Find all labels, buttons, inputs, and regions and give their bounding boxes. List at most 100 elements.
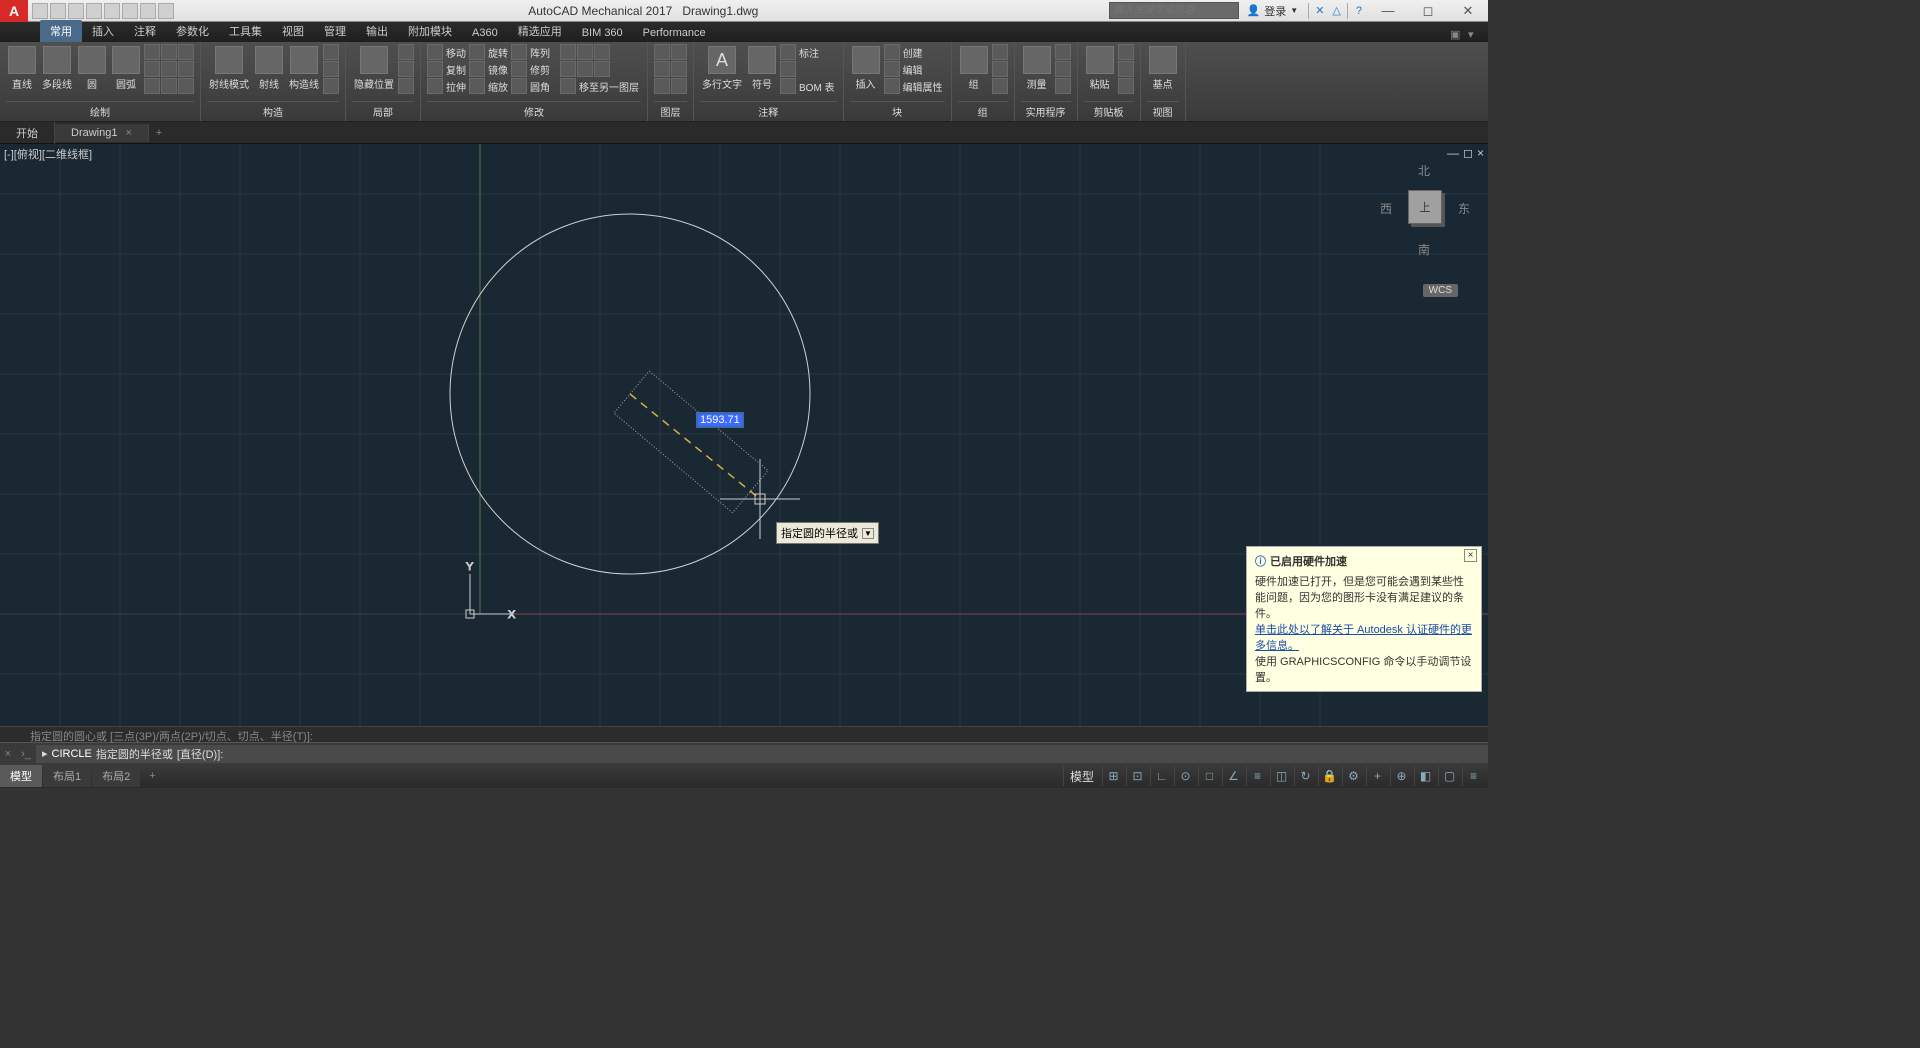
- command-line[interactable]: × ›_ ▸ CIRCLE 指定圆的半径或 [直径(D)]:: [0, 742, 1488, 764]
- util-s2[interactable]: [1055, 61, 1071, 77]
- mod-s4[interactable]: [560, 61, 576, 77]
- mirror-icon[interactable]: [469, 61, 485, 77]
- vp-max-icon[interactable]: ◻: [1463, 146, 1473, 160]
- status-clean-icon[interactable]: ▢: [1438, 766, 1460, 786]
- status-model-toggle[interactable]: 模型: [1063, 766, 1100, 786]
- panel-view-label[interactable]: 视图: [1147, 101, 1179, 121]
- mod-s2[interactable]: [577, 44, 593, 60]
- status-otrack-icon[interactable]: ∠: [1222, 766, 1244, 786]
- move-icon[interactable]: [427, 44, 443, 60]
- status-annoscale-icon[interactable]: 🔒: [1318, 766, 1340, 786]
- ribbon-tab-output[interactable]: 输出: [356, 20, 398, 42]
- file-tab-start[interactable]: 开始: [0, 122, 55, 144]
- ribbon-tab-home[interactable]: 常用: [40, 20, 82, 42]
- panel-block-label[interactable]: 块: [850, 101, 945, 121]
- stretch-icon[interactable]: [427, 78, 443, 94]
- ribbon-tab-performance[interactable]: Performance: [633, 24, 716, 42]
- qat-more-icon[interactable]: [158, 3, 174, 19]
- ribbon-tab-addins[interactable]: 附加模块: [398, 20, 462, 42]
- app-logo[interactable]: A: [0, 0, 28, 22]
- file-tab-drawing1[interactable]: Drawing1×: [55, 124, 149, 142]
- new-tab-button[interactable]: +: [149, 127, 169, 139]
- base-button[interactable]: 基点: [1147, 44, 1179, 93]
- panel-utilities-label[interactable]: 实用程序: [1021, 101, 1071, 121]
- trim-icon[interactable]: [511, 61, 527, 77]
- blk-attr-icon[interactable]: [884, 78, 900, 94]
- panel-layer-label[interactable]: 局部: [352, 101, 414, 121]
- panel-construct-label[interactable]: 构造: [207, 101, 339, 121]
- clip-s3[interactable]: [1118, 78, 1134, 94]
- con-small-1[interactable]: [323, 44, 339, 60]
- panel-modify-label[interactable]: 修改: [427, 101, 641, 121]
- lay2-5[interactable]: [654, 78, 670, 94]
- ribbon-tab-parametric[interactable]: 参数化: [166, 20, 219, 42]
- qat-open-icon[interactable]: [50, 3, 66, 19]
- dynamic-dimension-input[interactable]: 1593.71: [696, 412, 744, 428]
- draw-small-2[interactable]: [161, 44, 177, 60]
- grp-s3[interactable]: [992, 78, 1008, 94]
- lay-small-1[interactable]: [398, 44, 414, 60]
- status-workspace-icon[interactable]: ⚙: [1342, 766, 1364, 786]
- ribbon-tab-bim360[interactable]: BIM 360: [572, 24, 633, 42]
- mod-s3[interactable]: [594, 44, 610, 60]
- ray-button[interactable]: 射线: [253, 44, 285, 93]
- qat-saveas-icon[interactable]: [86, 3, 102, 19]
- mtext-button[interactable]: A多行文字: [700, 44, 744, 93]
- grp-s2[interactable]: [992, 61, 1008, 77]
- mod-s1[interactable]: [560, 44, 576, 60]
- mod-s6[interactable]: [594, 61, 610, 77]
- maximize-button[interactable]: ◻: [1408, 0, 1448, 22]
- viewcube-top[interactable]: 上: [1408, 190, 1442, 224]
- exchange-icon[interactable]: ✕: [1311, 4, 1328, 17]
- draw-small-7[interactable]: [144, 78, 160, 94]
- ribbon-tab-featured[interactable]: 精选应用: [508, 20, 572, 42]
- draw-small-1[interactable]: [144, 44, 160, 60]
- measure-button[interactable]: 测量: [1021, 44, 1053, 93]
- status-osnap-icon[interactable]: □: [1198, 766, 1220, 786]
- ucs-icon[interactable]: X Y: [466, 561, 516, 621]
- a360-icon[interactable]: △: [1328, 4, 1344, 17]
- draw-small-6[interactable]: [178, 61, 194, 77]
- close-button[interactable]: ✕: [1448, 0, 1488, 22]
- fillet-icon[interactable]: [511, 78, 527, 94]
- bom-icon[interactable]: [780, 78, 796, 94]
- ribbon-tab-tools[interactable]: 工具集: [219, 20, 272, 42]
- status-polar-icon[interactable]: ⊙: [1174, 766, 1196, 786]
- help-icon[interactable]: ?: [1350, 5, 1368, 17]
- cmdline-close-icon[interactable]: ×: [0, 748, 16, 760]
- qat-save-icon[interactable]: [68, 3, 84, 19]
- ribbon-tab-insert[interactable]: 插入: [82, 20, 124, 42]
- status-transparency-icon[interactable]: ◫: [1270, 766, 1292, 786]
- lay2-6[interactable]: [671, 78, 687, 94]
- status-snap-icon[interactable]: ⊡: [1126, 766, 1148, 786]
- user-area[interactable]: 👤 登录 ▼: [1239, 3, 1307, 19]
- minimize-button[interactable]: —: [1368, 0, 1408, 22]
- lay-small-3[interactable]: [398, 78, 414, 94]
- ribbon-tab-view[interactable]: 视图: [272, 20, 314, 42]
- wcs-badge[interactable]: WCS: [1423, 284, 1458, 297]
- polyline-button[interactable]: 多段线: [40, 44, 74, 93]
- status-lineweight-icon[interactable]: ≡: [1246, 766, 1268, 786]
- paste-button[interactable]: 粘贴: [1084, 44, 1116, 93]
- xline-button[interactable]: 构造线: [287, 44, 321, 93]
- ribbon-tab-annotate[interactable]: 注释: [124, 20, 166, 42]
- panel-group-label[interactable]: 组: [958, 101, 1008, 121]
- notification-close-button[interactable]: ×: [1464, 549, 1477, 562]
- draw-small-5[interactable]: [161, 61, 177, 77]
- con-small-3[interactable]: [323, 78, 339, 94]
- group-button[interactable]: 组: [958, 44, 990, 93]
- cmdline-chevron-icon[interactable]: ›_: [16, 748, 36, 760]
- viewport-label[interactable]: [-][俯视][二维线框]: [4, 146, 92, 162]
- circle-button[interactable]: 圆: [76, 44, 108, 93]
- status-ortho-icon[interactable]: ∟: [1150, 766, 1172, 786]
- panel-menu-icon[interactable]: ▣: [1450, 28, 1464, 42]
- scale-icon[interactable]: [469, 78, 485, 94]
- rotate-icon[interactable]: [469, 44, 485, 60]
- blk-create-icon[interactable]: [884, 44, 900, 60]
- qat-redo-icon[interactable]: [140, 3, 156, 19]
- mod-s5[interactable]: [577, 61, 593, 77]
- draw-small-8[interactable]: [161, 78, 177, 94]
- status-annomon-icon[interactable]: +: [1366, 766, 1388, 786]
- status-cycling-icon[interactable]: ↻: [1294, 766, 1316, 786]
- panel-draw-label[interactable]: 绘制: [6, 101, 194, 121]
